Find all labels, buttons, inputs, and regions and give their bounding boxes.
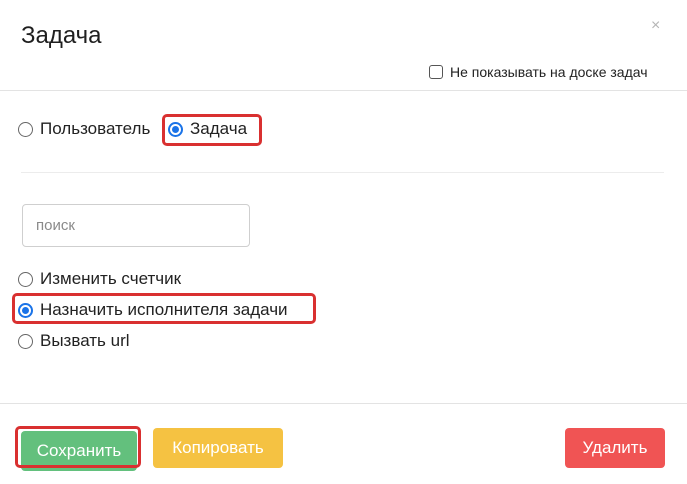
search-input[interactable] — [22, 204, 250, 247]
hide-on-board-label: Не показывать на доске задач — [450, 64, 648, 80]
dialog-title: Задача — [21, 22, 102, 49]
radio-call-url-button[interactable] — [18, 333, 33, 349]
section-divider — [21, 172, 664, 173]
radio-call-url[interactable]: Вызвать url — [18, 331, 130, 351]
task-dialog: Задача × Не показывать на доске задач По… — [0, 0, 687, 484]
hide-on-board-option[interactable]: Не показывать на доске задач — [429, 64, 648, 80]
highlight-box-assign — [12, 293, 316, 324]
delete-button[interactable]: Удалить — [565, 428, 665, 468]
radio-change-counter-button[interactable] — [18, 271, 33, 287]
highlight-box-save — [15, 426, 141, 468]
radio-user-label: Пользователь — [40, 119, 151, 138]
close-icon[interactable]: × — [651, 18, 660, 34]
radio-change-counter-label: Изменить счетчик — [40, 269, 182, 288]
copy-button[interactable]: Копировать — [153, 428, 283, 468]
radio-user[interactable]: Пользователь — [18, 119, 150, 139]
hide-on-board-checkbox[interactable] — [429, 65, 443, 79]
radio-change-counter[interactable]: Изменить счетчик — [18, 269, 181, 289]
footer-divider — [0, 403, 687, 404]
radio-user-button[interactable] — [18, 121, 33, 137]
radio-call-url-label: Вызвать url — [40, 331, 130, 350]
header-divider — [0, 90, 687, 91]
highlight-box-task — [162, 114, 262, 146]
